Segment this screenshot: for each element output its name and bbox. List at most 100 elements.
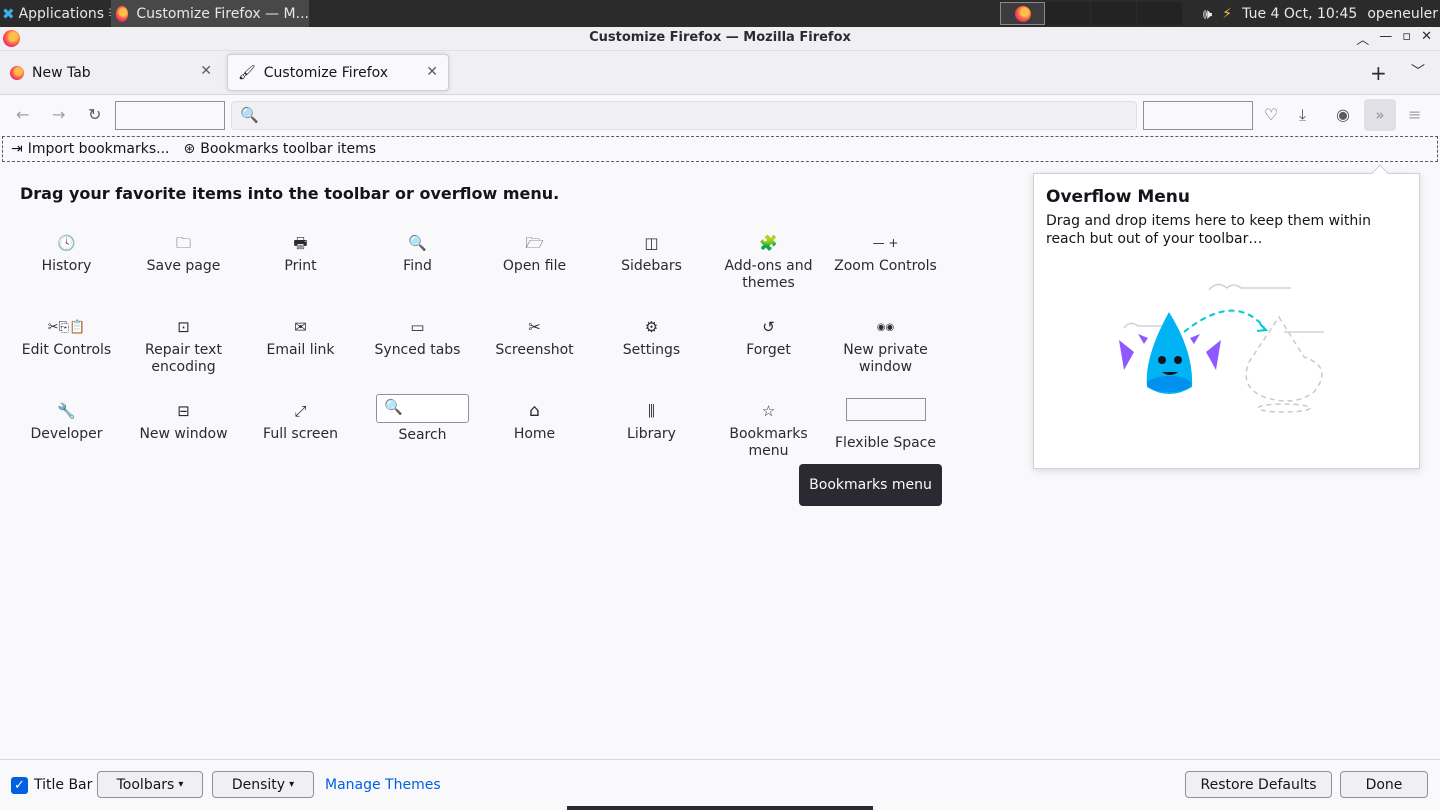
- overflow-menu-title: Overflow Menu: [1046, 187, 1191, 207]
- palette-item-open-file[interactable]: 🗁 Open file: [476, 228, 593, 275]
- tab-new-tab[interactable]: New Tab ✕: [0, 54, 222, 91]
- downloads-icon[interactable]: ⤓: [1299, 105, 1306, 125]
- palette-item-find[interactable]: 🔍 Find: [359, 228, 476, 275]
- search-box-preview: 🔍: [376, 394, 469, 423]
- palette-item-sidebars[interactable]: ◫ Sidebars: [593, 228, 710, 275]
- volume-icon[interactable]: 🕪: [1203, 5, 1212, 23]
- home-icon: ⌂: [529, 400, 540, 421]
- palette-item-history[interactable]: 🕓 History: [8, 228, 125, 275]
- maximize-button[interactable]: ▫: [1402, 29, 1411, 48]
- palette-item-label: Open file: [502, 258, 567, 274]
- workspace-1[interactable]: [1000, 2, 1045, 25]
- palette-item-edit-controls[interactable]: ✂⎘📋 Edit Controls: [8, 312, 125, 359]
- palette-item-home[interactable]: ⌂ Home: [476, 396, 593, 443]
- palette-item-label: Synced tabs: [374, 342, 461, 358]
- minimize-button[interactable]: —: [1379, 29, 1392, 48]
- palette-item-synced-tabs[interactable]: ▭ Synced tabs: [359, 312, 476, 359]
- manage-themes-link[interactable]: Manage Themes: [325, 777, 441, 793]
- panel-tray: 🕪 ⚡ Tue 4 Oct, 10:45 openeuler: [1203, 0, 1438, 27]
- density-button[interactable]: Density ▾: [212, 771, 314, 798]
- toolbars-button[interactable]: Toolbars ▾: [97, 771, 203, 798]
- bookmarks-menu-icon: ☆: [761, 401, 776, 420]
- palette-item-full-screen[interactable]: ⤢ Full screen: [242, 396, 359, 443]
- overflow-menu-panel[interactable]: Overflow Menu Drag and drop items here t…: [1033, 164, 1420, 469]
- palette-item-label: Sidebars: [621, 258, 682, 274]
- chevron-up-icon[interactable]: ︿: [1356, 29, 1369, 48]
- network-icon[interactable]: ⚡: [1222, 6, 1232, 22]
- pocket-icon[interactable]: ♡: [1264, 105, 1278, 124]
- workspace-4[interactable]: [1137, 2, 1182, 25]
- account-icon[interactable]: ◉: [1336, 105, 1350, 124]
- palette-item-forget[interactable]: ↺ Forget: [710, 312, 827, 359]
- bookmarks-toolbar-items-label: Bookmarks toolbar items: [200, 141, 377, 157]
- star-folder-icon: ⊛: [183, 141, 196, 157]
- palette-item-save-page[interactable]: 🗀 Save page: [125, 228, 242, 275]
- desktop-panel: ✖ Applications ☰ Customize Firefox — M..…: [0, 0, 1440, 27]
- private-window-icon: ◉◉: [876, 321, 895, 333]
- navigation-toolbar: ← → ↻ 🔍 ♡ ⤓ ◉ » ≡: [0, 95, 1440, 136]
- restore-defaults-button[interactable]: Restore Defaults: [1185, 771, 1332, 798]
- palette-item-screenshot[interactable]: ✂ Screenshot: [476, 312, 593, 359]
- workspace-2[interactable]: [1045, 2, 1090, 25]
- done-button[interactable]: Done: [1340, 771, 1428, 798]
- flexible-space-right[interactable]: [1143, 101, 1253, 130]
- close-icon[interactable]: ✕: [200, 63, 212, 79]
- overflow-illustration: [1119, 283, 1324, 413]
- settings-icon: ⚙: [644, 317, 659, 336]
- palette-item-label: Developer: [30, 426, 103, 442]
- palette-item-bookmarks-menu[interactable]: ☆ Bookmarks menu: [710, 396, 827, 460]
- overflow-menu-button[interactable]: »: [1364, 99, 1396, 131]
- palette-item-label: Full screen: [263, 426, 338, 442]
- import-bookmarks-label: Import bookmarks...: [27, 141, 170, 157]
- flexible-space-left[interactable]: [115, 101, 225, 130]
- screenshot-icon: ✂: [528, 317, 541, 336]
- palette-item-new-window[interactable]: ⊟ New window: [125, 396, 242, 443]
- palette-item-developer[interactable]: 🔧 Developer: [8, 396, 125, 443]
- close-window-button[interactable]: ✕: [1421, 29, 1432, 48]
- reload-button[interactable]: ↻: [88, 105, 101, 124]
- search-icon: 🔍: [240, 106, 259, 124]
- palette-item-library[interactable]: ⫼ Library: [593, 396, 710, 443]
- bookmarks-toolbar-items[interactable]: ⊛ Bookmarks toolbar items: [184, 141, 377, 157]
- url-bar[interactable]: 🔍: [231, 101, 1137, 130]
- tab-customize-firefox[interactable]: 🖌 Customize Firefox ✕: [227, 54, 449, 91]
- workspace-3[interactable]: [1091, 2, 1136, 25]
- back-button[interactable]: ←: [16, 105, 29, 124]
- forward-button[interactable]: →: [52, 105, 65, 124]
- tab-label: Customize Firefox: [263, 64, 389, 81]
- list-all-tabs-button[interactable]: ﹀: [1411, 61, 1425, 81]
- palette-item-label: Print: [284, 258, 317, 274]
- scroll-indicator: [567, 806, 873, 810]
- applications-menu[interactable]: ✖ Applications ☰: [2, 3, 117, 24]
- user-name[interactable]: openeuler: [1367, 6, 1438, 22]
- palette-item-label: Zoom Controls: [834, 258, 937, 274]
- import-bookmarks-button[interactable]: ⇥ Import bookmarks...: [11, 141, 170, 157]
- palette-item-zoom-controls[interactable]: — + Zoom Controls: [827, 228, 944, 275]
- clock[interactable]: Tue 4 Oct, 10:45: [1242, 6, 1357, 22]
- palette-item-label: Bookmarks menu: [729, 426, 808, 459]
- palette-item-repair-encoding[interactable]: ⊡ Repair text encoding: [125, 312, 242, 376]
- title-bar-label[interactable]: Title Bar: [34, 777, 92, 793]
- palette-item-label: Flexible Space: [835, 435, 936, 451]
- tooltip: Bookmarks menu: [799, 464, 942, 506]
- sidebars-icon: ◫: [644, 233, 659, 252]
- chevron-down-icon: ▾: [178, 779, 184, 790]
- tab-strip: New Tab ✕ 🖌 Customize Firefox ✕ + ﹀: [0, 51, 1440, 95]
- palette-item-settings[interactable]: ⚙ Settings: [593, 312, 710, 359]
- palette-item-label: New private window: [843, 342, 928, 375]
- full-screen-icon: ⤢: [294, 401, 307, 420]
- palette-item-private-window[interactable]: ◉◉ New private window: [827, 312, 944, 376]
- palette-item-addons[interactable]: 🧩 Add-ons and themes: [710, 228, 827, 292]
- close-icon[interactable]: ✕: [426, 64, 438, 80]
- taskbar-firefox-window[interactable]: Customize Firefox — M...: [111, 0, 309, 27]
- title-bar-checkbox[interactable]: ✓: [11, 777, 28, 794]
- palette-item-label: Email link: [266, 342, 335, 358]
- palette-item-flexible-space[interactable]: Flexible Space: [827, 398, 944, 452]
- palette-item-label: Save page: [146, 258, 221, 274]
- hamburger-menu-icon[interactable]: ≡: [1408, 105, 1421, 124]
- new-tab-button[interactable]: +: [1370, 61, 1387, 85]
- palette-item-email-link[interactable]: ✉ Email link: [242, 312, 359, 359]
- palette-item-print[interactable]: 🖶 Print: [242, 228, 359, 275]
- palette-item-search[interactable]: 🔍 Search: [359, 394, 486, 444]
- palette-item-label: New window: [139, 426, 228, 442]
